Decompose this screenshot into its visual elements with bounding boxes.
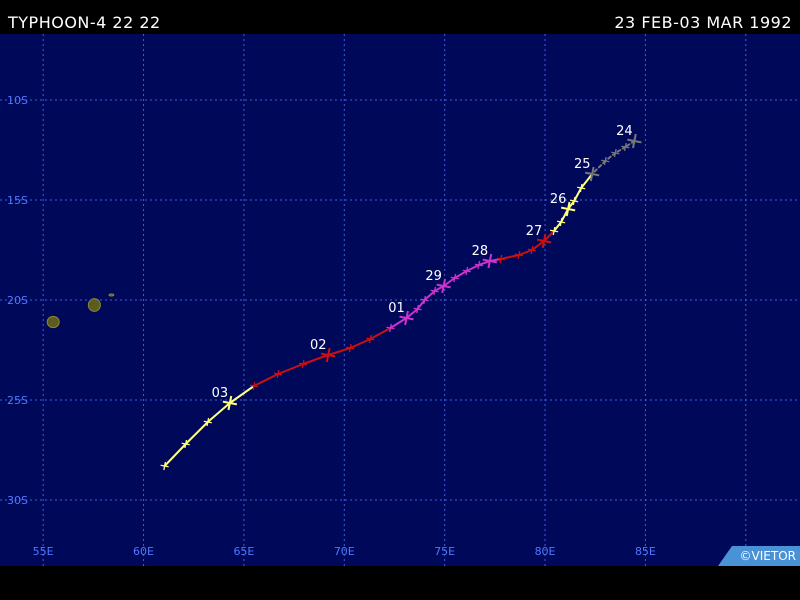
date-label: 28 <box>472 244 489 259</box>
island-tromelin <box>108 293 115 297</box>
date-label: 24 <box>616 124 633 139</box>
longitude-label: 80E <box>535 545 556 558</box>
latitude-label: 30S <box>7 494 28 507</box>
date-label: 01 <box>388 301 405 316</box>
island-mauritius <box>87 298 101 312</box>
latitude-label: 25S <box>7 394 28 407</box>
footer-bar <box>0 566 800 600</box>
date-label: 03 <box>212 386 229 401</box>
longitude-label: 75E <box>434 545 455 558</box>
latitude-label: 15S <box>7 194 28 207</box>
date-label: 29 <box>425 269 442 284</box>
date-label: 26 <box>550 192 567 207</box>
island-reunion <box>46 315 60 329</box>
longitude-label: 85E <box>635 545 656 558</box>
track-map: 55E60E65E70E75E80E85E90E10S15S20S25S30S … <box>0 34 800 566</box>
longitude-label: 65E <box>233 545 254 558</box>
copyright-badge: ©VIETOR <box>718 546 800 566</box>
date-label: 25 <box>574 157 591 172</box>
date-label: 27 <box>526 224 543 239</box>
longitude-label: 60E <box>133 545 154 558</box>
latitude-label: 20S <box>7 294 28 307</box>
longitude-label: 55E <box>33 545 54 558</box>
date-label: 02 <box>310 338 327 353</box>
latitude-label: 10S <box>7 94 28 107</box>
longitude-label: 70E <box>334 545 355 558</box>
